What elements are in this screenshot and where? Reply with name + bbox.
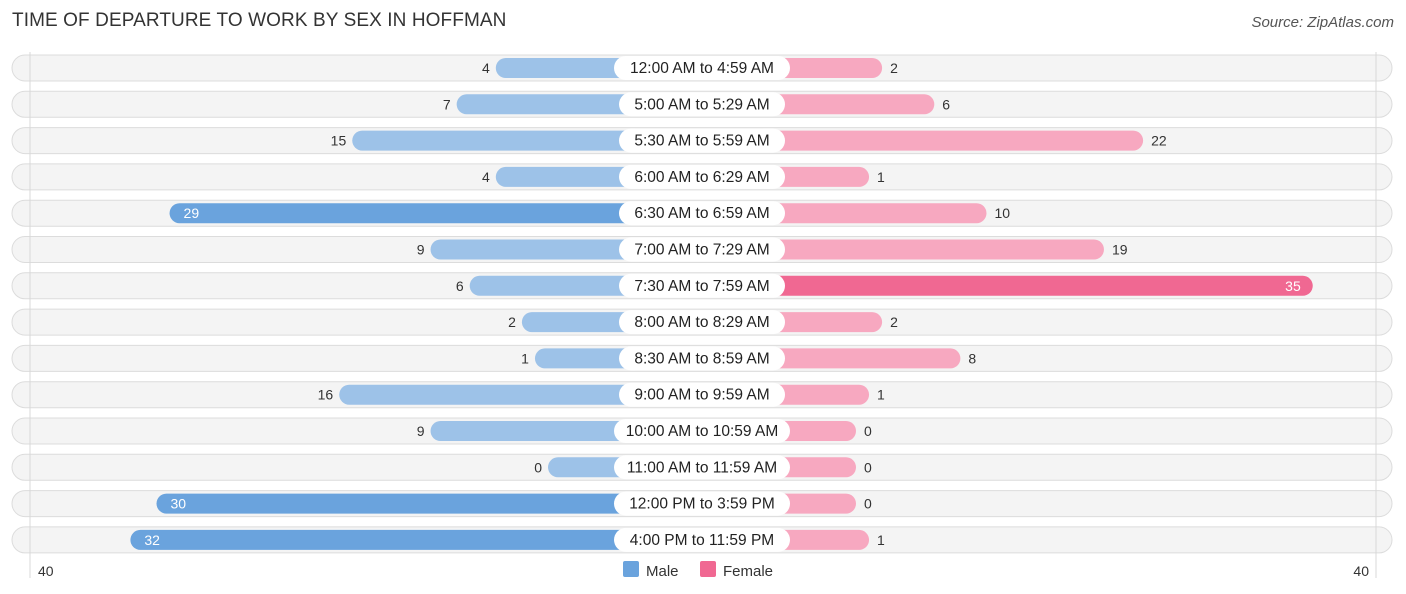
chart-rows: 4 2 12:00 AM to 4:59 AM 7 6 5:00 AM to 5:29 A… (11, 54, 1393, 554)
value-label-female: 1 (877, 169, 885, 185)
chart: 4 2 12:00 AM to 4:59 AM 7 6 5:00 AM to 5:29 A… (11, 52, 1393, 580)
value-label-female: 35 (1285, 278, 1301, 294)
category-label: 10:00 AM to 10:59 AM (626, 423, 779, 440)
value-label-male: 32 (144, 532, 160, 548)
axis-label-right: 40 (1353, 563, 1369, 579)
value-label-female: 1 (877, 387, 885, 403)
table-row: 6 35 7:30 AM to 7:59 AM (11, 272, 1393, 300)
legend-swatch-male (623, 561, 639, 577)
category-label: 11:00 AM to 11:59 AM (627, 459, 777, 476)
table-row: 1 8 8:30 AM to 8:59 AM (11, 344, 1393, 372)
table-row: 4 1 6:00 AM to 6:29 AM (11, 163, 1393, 191)
table-row: 4 2 12:00 AM to 4:59 AM (11, 54, 1393, 82)
value-label-male: 4 (482, 169, 490, 185)
table-row: 16 1 9:00 AM to 9:59 AM (11, 381, 1393, 409)
value-label-female: 8 (968, 350, 976, 366)
table-row: 29 10 6:30 AM to 6:59 AM (11, 199, 1393, 227)
value-label-female: 19 (1112, 242, 1128, 258)
table-row: 7 6 5:00 AM to 5:29 AM (11, 90, 1393, 118)
value-label-female: 6 (942, 96, 950, 112)
category-label: 12:00 PM to 3:59 PM (629, 496, 775, 513)
legend-label-female: Female (723, 563, 773, 580)
axis-label-left: 40 (38, 563, 54, 579)
category-label: 6:30 AM to 6:59 AM (634, 205, 769, 222)
category-label: 4:00 PM to 11:59 PM (630, 532, 774, 549)
value-label-male: 16 (318, 387, 334, 403)
bar-female (702, 275, 1313, 296)
category-label: 9:00 AM to 9:59 AM (634, 387, 769, 404)
value-label-female: 0 (864, 423, 872, 439)
table-row: 9 19 7:00 AM to 7:29 AM (11, 236, 1393, 263)
value-label-male: 4 (482, 60, 490, 76)
value-label-male: 9 (417, 242, 425, 258)
value-label-female: 0 (864, 496, 872, 512)
category-label: 5:30 AM to 5:59 AM (634, 133, 769, 150)
legend-swatch-female (700, 561, 716, 577)
category-label: 8:30 AM to 8:59 AM (634, 350, 769, 367)
value-label-male: 15 (331, 133, 347, 149)
value-label-male: 0 (534, 459, 542, 475)
value-label-female: 22 (1151, 133, 1167, 149)
legend: Male Female (623, 561, 773, 580)
value-label-male: 9 (417, 423, 425, 439)
value-label-female: 10 (995, 205, 1011, 221)
category-label: 8:00 AM to 8:29 AM (634, 314, 769, 331)
table-row: 32 1 4:00 PM to 11:59 PM (11, 526, 1393, 554)
category-label: 7:30 AM to 7:59 AM (634, 278, 769, 295)
value-label-female: 2 (890, 60, 898, 76)
legend-label-male: Male (646, 563, 679, 580)
table-row: 15 22 5:30 AM to 5:59 AM (11, 127, 1393, 155)
value-label-male: 7 (443, 96, 451, 112)
value-label-male: 29 (184, 205, 200, 221)
value-label-male: 30 (171, 496, 187, 512)
category-label: 6:00 AM to 6:29 AM (634, 169, 769, 186)
value-label-female: 1 (877, 532, 885, 548)
value-label-male: 2 (508, 314, 516, 330)
table-row: 2 2 8:00 AM to 8:29 AM (11, 308, 1393, 336)
table-row: 9 0 10:00 AM to 10:59 AM (11, 417, 1393, 445)
table-row: 0 0 11:00 AM to 11:59 AM (11, 453, 1393, 481)
value-label-female: 0 (864, 459, 872, 475)
category-label: 5:00 AM to 5:29 AM (634, 96, 769, 113)
value-label-male: 6 (456, 278, 464, 294)
value-label-male: 1 (521, 350, 529, 366)
category-label: 12:00 AM to 4:59 AM (630, 60, 774, 77)
value-label-female: 2 (890, 314, 898, 330)
table-row: 30 0 12:00 PM to 3:59 PM (11, 490, 1393, 518)
category-label: 7:00 AM to 7:29 AM (634, 242, 769, 259)
